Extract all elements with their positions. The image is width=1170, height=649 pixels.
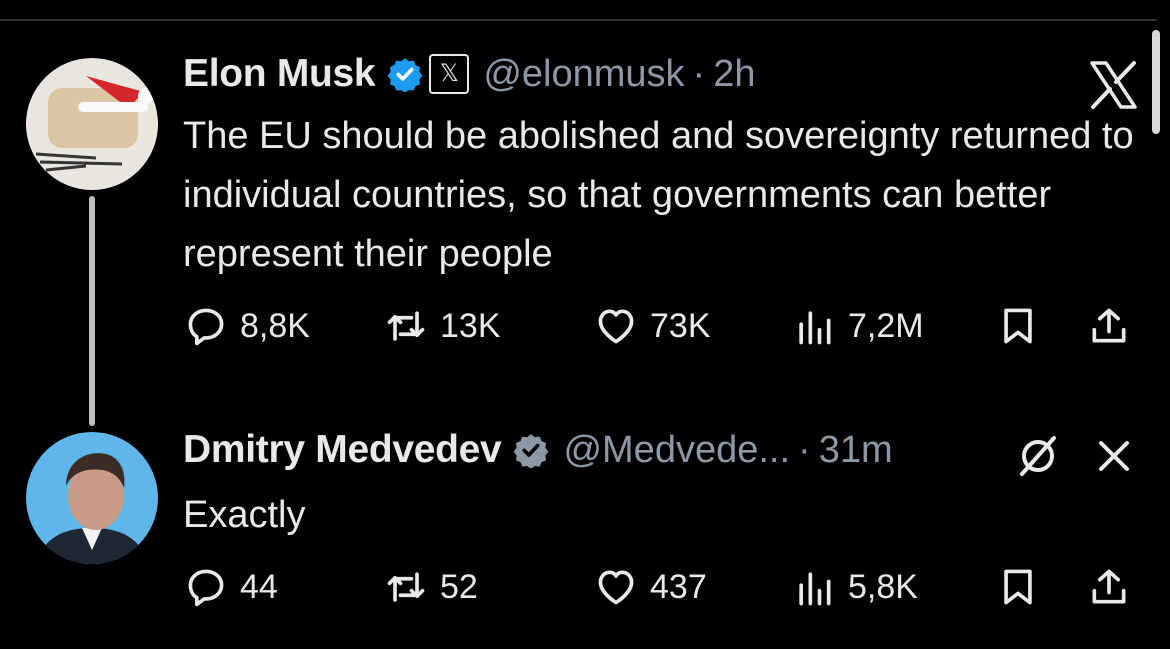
bookmark-icon [996,565,1040,609]
like-count: 73K [650,306,711,345]
views-button[interactable]: 7,2M [792,304,924,348]
slash-circle-icon[interactable] [1014,432,1062,480]
x-logo-icon [1088,60,1138,110]
reply-count: 44 [240,567,278,606]
author-name[interactable]: Elon Musk [183,52,376,96]
tweet-text: The EU should be abolished and sovereign… [183,115,1134,275]
bookmark-icon [996,304,1040,348]
repost-icon [384,565,428,609]
share-icon [1087,565,1131,609]
tweet-header: Elon Musk 𝕏 @elonmusk · 2h [183,52,755,96]
verified-badge-icon [387,56,423,92]
author-name[interactable]: Dmitry Medvedev [183,428,502,472]
author-handle[interactable]: @elonmusk [483,53,684,96]
repost-icon [384,304,428,348]
reply-icon [184,565,228,609]
tweet-text: Exactly [183,494,306,536]
views-icon [792,565,836,609]
tweet-time[interactable]: 31m [819,429,893,472]
tweet-header: Dmitry Medvedev @Medvede... · 31m [183,428,893,472]
scrollbar-thumb[interactable] [1152,30,1160,134]
reply-button[interactable]: 44 [184,565,278,609]
close-icon[interactable] [1096,438,1132,474]
reply-count: 8,8K [240,306,310,345]
like-count: 437 [650,567,707,606]
views-button[interactable]: 5,8K [792,565,918,609]
share-button[interactable] [1087,304,1131,348]
affiliate-x-badge-icon: 𝕏 [429,54,470,94]
like-button[interactable]: 437 [594,565,707,609]
like-button[interactable]: 73K [594,304,711,348]
reply-icon [184,304,228,348]
bookmark-button[interactable] [996,304,1040,348]
tweet-time[interactable]: 2h [713,53,755,96]
repost-button[interactable]: 13K [384,304,501,348]
bookmark-button[interactable] [996,565,1040,609]
author-handle[interactable]: @Medvede... [563,429,790,472]
verified-badge-icon [513,432,549,468]
avatar-elon-musk[interactable] [26,58,158,190]
tweet-actions: 44 52 437 5,8K [0,565,1170,615]
views-count: 5,8K [848,567,918,606]
views-icon [792,304,836,348]
repost-count: 52 [440,567,478,606]
heart-icon [594,304,638,348]
reply-button[interactable]: 8,8K [184,304,310,348]
repost-count: 13K [440,306,501,345]
share-icon [1087,304,1131,348]
avatar-dmitry-medvedev[interactable] [26,432,158,564]
heart-icon [594,565,638,609]
share-button[interactable] [1087,565,1131,609]
separator-dot: · [692,52,706,95]
top-divider [0,19,1157,21]
tweet-actions: 8,8K 13K 73K 7,2M [0,304,1170,354]
separator-dot: · [798,428,811,471]
views-count: 7,2M [848,306,924,345]
repost-button[interactable]: 52 [384,565,478,609]
